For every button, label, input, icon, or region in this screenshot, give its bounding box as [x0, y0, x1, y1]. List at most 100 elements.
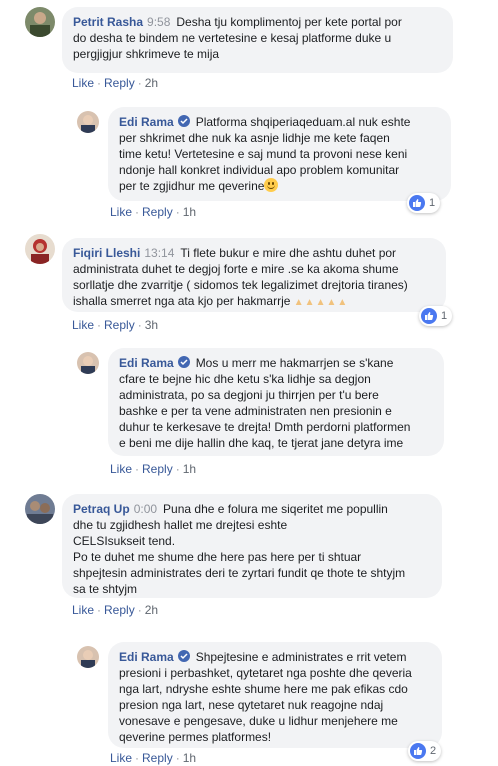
separator: ·: [135, 462, 140, 476]
reply-link[interactable]: Reply: [104, 603, 135, 617]
reply-link[interactable]: Reply: [142, 205, 173, 219]
reaction-count[interactable]: 1: [419, 306, 453, 326]
comment-text: qeverine permes platformes!: [119, 730, 272, 744]
comment-text: sorllatje dhe zvarritje ( sidomos tek le…: [73, 278, 408, 292]
like-reaction-icon: [409, 195, 425, 211]
separator: ·: [175, 205, 180, 219]
reply-link[interactable]: Reply: [104, 76, 135, 90]
comment-author[interactable]: Edi Rama: [119, 356, 174, 370]
reaction-count[interactable]: 2: [408, 741, 442, 761]
comment-text: administrata duhet te degjoj forte e mir…: [73, 262, 399, 276]
comment-author[interactable]: Fiqiri Lleshi: [73, 246, 140, 260]
avatar[interactable]: [25, 234, 55, 264]
reaction-count[interactable]: 1: [407, 193, 441, 213]
comment-text: CELSIsukseit tend.: [73, 534, 176, 548]
comment-text: shpejtesin administrates deri te zyrtari…: [73, 566, 406, 580]
reply-bubble: Edi Rama Shpejtesine e administrates e rr…: [108, 642, 442, 748]
like-reaction-icon: [410, 743, 426, 759]
like-link[interactable]: Like: [110, 205, 132, 219]
verified-badge-icon: [177, 650, 190, 662]
separator: ·: [137, 318, 142, 332]
reply-bubble: Edi Rama Mos u merr me hakmarrjen se s'ka…: [108, 348, 444, 456]
like-reaction-icon: [421, 308, 437, 324]
comment-actions: Like · Reply · 1h: [110, 205, 196, 219]
comment-text: time ketu! Vertetesine e saj mund ta pro…: [119, 147, 408, 161]
comment-bubble: Petraq Up 0:00 Puna dhe e folura me siqeri…: [62, 494, 442, 598]
reaction-number: 1: [429, 197, 436, 209]
comment-text: Ti flete bukur e mire dhe ashtu duhet po…: [180, 246, 397, 260]
comment-text: presioni i perbashket, qytetaret nga pos…: [119, 666, 412, 680]
reply-link[interactable]: Reply: [142, 462, 173, 476]
comment-text: bashke e per ta vene administraten nen p…: [119, 404, 392, 418]
comment-bubble: Fiqiri Lleshi 13:14 Ti flete bukur e mire …: [62, 238, 446, 312]
comment-actions: Like · Reply · 1h: [110, 751, 196, 765]
separator: ·: [97, 76, 102, 90]
reply-link[interactable]: Reply: [142, 751, 173, 765]
avatar[interactable]: [25, 494, 55, 524]
separator: ·: [137, 603, 142, 617]
comment-author[interactable]: Petrit Rasha: [73, 15, 143, 29]
comment-text: vonesave e pengesave, duke u lidhur menj…: [119, 714, 398, 728]
comment-text: Mos u merr me hakmarrjen se s'kane: [195, 356, 394, 370]
comment-author[interactable]: Petraq Up: [73, 502, 130, 516]
comment-age[interactable]: 1h: [183, 205, 196, 219]
comment-text: duhur te kerkesave te drejta! Dmth perdo…: [119, 420, 411, 434]
separator: ·: [175, 462, 180, 476]
like-link[interactable]: Like: [72, 318, 94, 332]
reaction-number: 2: [430, 745, 437, 757]
comment-text: nga lart, ndryshe eshte shume here me pa…: [119, 682, 408, 696]
praying-hands-icon: ▲▲▲▲▲: [293, 297, 349, 308]
separator: ·: [137, 76, 142, 90]
verified-badge-icon: [177, 356, 190, 368]
comment-time: 9:58: [147, 15, 171, 29]
comment-text: e beni me dije hallin dhe kaq, te tjerat…: [119, 436, 404, 450]
comment-text: ishalla smerret nga ata kjo per hakmarrj…: [73, 294, 291, 308]
comment-text: Platforma shqiperiaqeduam.al nuk eshte: [195, 115, 411, 129]
comment-bubble: Petrit Rasha 9:58 Desha tju komplimentoj p…: [62, 7, 453, 73]
comment-text: Puna dhe e folura me siqeritet me popull…: [163, 502, 388, 516]
comment-time: 0:00: [133, 502, 158, 516]
comment-author[interactable]: Edi Rama: [119, 115, 174, 129]
reaction-number: 1: [441, 310, 448, 322]
comment-actions: Like · Reply · 2h: [72, 603, 158, 617]
comment-age[interactable]: 2h: [145, 603, 158, 617]
like-link[interactable]: Like: [72, 603, 94, 617]
avatar[interactable]: [77, 111, 99, 133]
separator: ·: [135, 751, 140, 765]
comment-age[interactable]: 2h: [145, 76, 158, 90]
separator: ·: [175, 751, 180, 765]
comment-text: ndonje hall konkret individual apo probl…: [119, 163, 400, 177]
comment-author[interactable]: Edi Rama: [119, 650, 174, 664]
comment-actions: Like · Reply · 3h: [72, 318, 158, 332]
comment-text: do desha te bindem ne vertetesine e kesa…: [73, 31, 392, 45]
reply-bubble: Edi Rama Platforma shqiperiaqeduam.al nuk…: [108, 107, 451, 201]
comment-text: Desha tju komplimentoj per kete portal p…: [176, 15, 402, 29]
like-link[interactable]: Like: [72, 76, 94, 90]
avatar[interactable]: [77, 646, 99, 668]
avatar[interactable]: [25, 7, 55, 37]
comment-text: dhe tu zgjidhesh hallet me drejtesi esht…: [73, 518, 288, 532]
comment-age[interactable]: 1h: [183, 751, 196, 765]
like-link[interactable]: Like: [110, 751, 132, 765]
smiling-face-icon: [264, 178, 279, 192]
comment-text: Po te duhet me shume dhe here pas here p…: [73, 550, 362, 564]
comment-text: presion nga lart, nese qytetaret nuk rea…: [119, 698, 384, 712]
comment-text: sa te shtyjm: [73, 582, 138, 596]
comment-age[interactable]: 1h: [183, 462, 196, 476]
like-link[interactable]: Like: [110, 462, 132, 476]
comment-text: per te zgjidhur me qeverine: [119, 179, 265, 193]
comment-actions: Like · Reply · 1h: [110, 462, 196, 476]
separator: ·: [97, 318, 102, 332]
comment-time: 13:14: [144, 246, 175, 260]
comment-text: Shpejtesine e administrates e rrit vetem: [195, 650, 407, 664]
comment-text: cfare te bejne hic dhe ketu s'ka lidhje …: [119, 372, 371, 386]
separator: ·: [135, 205, 140, 219]
comment-text: per shkrimet dhe nuk ka asnje lidhje me …: [119, 131, 390, 145]
comment-text: pergjigjur shkrimeve te mija: [73, 47, 220, 61]
verified-badge-icon: [177, 115, 190, 127]
comment-actions: Like · Reply · 2h: [72, 76, 158, 90]
reply-link[interactable]: Reply: [104, 318, 135, 332]
avatar[interactable]: [77, 352, 99, 374]
separator: ·: [97, 603, 102, 617]
comment-age[interactable]: 3h: [145, 318, 158, 332]
